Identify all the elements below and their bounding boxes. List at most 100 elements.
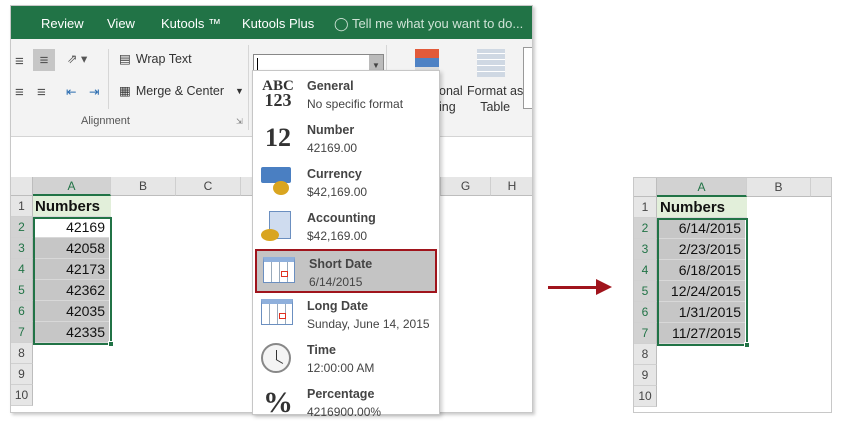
fat-label-1: Format as	[467, 84, 524, 98]
increase-indent-icon[interactable]: ⇥	[89, 84, 99, 99]
fill-handle[interactable]	[744, 342, 750, 348]
calendar-icon	[261, 299, 295, 331]
format-option-title: Time	[307, 343, 336, 357]
tab-kutools[interactable]: Kutools ™	[161, 16, 221, 31]
row-header[interactable]: 10	[11, 385, 33, 406]
selection-border	[33, 217, 112, 345]
column-header-a[interactable]: A	[657, 178, 747, 197]
format-option-long-date[interactable]: Long Date Sunday, June 14, 2015	[255, 293, 437, 337]
row-header[interactable]: 5	[11, 280, 33, 301]
arrow-head-icon	[596, 279, 612, 295]
format-option-accounting[interactable]: Accounting $42,169.00	[255, 205, 437, 249]
wrap-text-label: Wrap Text	[135, 51, 192, 66]
tell-me-search[interactable]: ◯ Tell me what you want to do...	[334, 16, 523, 32]
wrap-text-icon: ▤	[119, 52, 131, 66]
group-label-alignment: Alignment	[81, 115, 130, 127]
cf-label-2: ing	[439, 100, 456, 114]
row-header[interactable]: 4	[634, 260, 657, 281]
row-header[interactable]: 6	[11, 301, 33, 322]
row-header[interactable]: 2	[11, 217, 33, 238]
format-option-sample: 12:00:00 AM	[307, 361, 375, 375]
column-header-c[interactable]: C	[176, 177, 241, 196]
format-option-number[interactable]: 12 Number 42169.00	[255, 117, 437, 161]
merge-center-button[interactable]: ▦ Merge & Center ▼	[119, 83, 244, 99]
format-option-time[interactable]: Time 12:00:00 AM	[255, 337, 437, 381]
row-header[interactable]: 4	[11, 259, 33, 280]
align-top-icon[interactable]: ≡	[15, 53, 24, 70]
selection-border	[657, 218, 748, 346]
abc-123-icon: ABC 123	[262, 78, 294, 110]
format-option-sample: $42,169.00	[307, 185, 368, 199]
format-option-title: Long Date	[307, 299, 369, 313]
select-all-corner[interactable]	[634, 178, 657, 197]
excel-window-after: A B 1 Numbers 2 6/14/2015 3 2/23/2015 4 6/18/20…	[633, 177, 832, 413]
row-header[interactable]: 6	[634, 302, 657, 323]
decrease-indent-icon[interactable]: ⇤	[66, 84, 76, 99]
orientation-icon[interactable]: ⇗ ▾	[67, 51, 87, 66]
format-option-short-date[interactable]: Short Date 6/14/2015	[255, 249, 437, 293]
fat-label-2: Table	[480, 100, 511, 114]
format-as-table-button[interactable]: Format as Table	[467, 84, 523, 114]
tab-kutools-plus[interactable]: Kutools Plus	[242, 16, 314, 31]
arrow-right-icon	[548, 286, 598, 289]
row-header[interactable]: 1	[11, 196, 33, 217]
clock-icon	[261, 343, 295, 375]
dialog-launcher-icon[interactable]: ⇲	[236, 117, 243, 126]
align-middle-icon[interactable]: ≡	[33, 49, 55, 71]
number-format-dropdown: ABC 123 General No specific format 12 Number 4…	[252, 70, 440, 419]
currency-icon	[261, 167, 295, 199]
row-header[interactable]: 10	[634, 386, 657, 407]
column-header-h[interactable]: H	[491, 177, 532, 196]
row-header[interactable]: 7	[634, 323, 657, 344]
tab-view[interactable]: View	[107, 16, 135, 31]
select-all-corner[interactable]	[11, 177, 33, 196]
format-option-title: General	[307, 79, 354, 93]
tab-review[interactable]: Review	[41, 16, 84, 31]
cf-label-1: onal	[439, 84, 463, 98]
format-option-title: Accounting	[307, 211, 376, 225]
tell-me-text: Tell me what you want to do...	[351, 16, 524, 31]
row-header[interactable]: 5	[634, 281, 657, 302]
row-header[interactable]: 8	[634, 344, 657, 365]
header-cell[interactable]: Numbers	[33, 196, 111, 217]
format-option-sample: 42169.00	[307, 141, 358, 155]
cell-styles-icon[interactable]	[523, 47, 532, 109]
chevron-down-icon: ▼	[235, 85, 244, 96]
row-header[interactable]: 9	[634, 365, 657, 386]
row-header[interactable]: 8	[11, 343, 33, 364]
merge-icon: ▦	[119, 84, 131, 98]
align-right-icon[interactable]: ≡	[37, 84, 46, 101]
format-option-sample: No specific format	[307, 97, 404, 111]
format-option-title: Short Date	[309, 257, 373, 271]
format-as-table-icon[interactable]	[477, 49, 505, 77]
align-left-icon[interactable]: ≡	[15, 84, 24, 101]
column-header-g[interactable]: G	[441, 177, 491, 196]
ribbon-tab-bar: Review View Kutools ™ Kutools Plus ◯ Tel…	[11, 6, 532, 39]
row-header[interactable]: 1	[634, 197, 657, 218]
format-option-title: Number	[307, 123, 355, 137]
format-option-sample: 6/14/2015	[309, 275, 363, 289]
column-header-a[interactable]: A	[33, 177, 111, 196]
wrap-text-button[interactable]: ▤ Wrap Text	[119, 51, 192, 67]
format-option-general[interactable]: ABC 123 General No specific format	[255, 73, 437, 117]
accounting-icon	[261, 211, 295, 243]
format-option-sample: 4216900.00%	[307, 405, 382, 419]
row-header[interactable]: 2	[634, 218, 657, 239]
header-cell[interactable]: Numbers	[657, 197, 747, 218]
column-header-b[interactable]: B	[747, 178, 811, 197]
format-option-currency[interactable]: Currency $42,169.00	[255, 161, 437, 205]
column-header-c[interactable]	[811, 178, 831, 197]
conditional-formatting-button[interactable]: onal ing	[439, 84, 463, 114]
format-option-sample: Sunday, June 14, 2015	[307, 317, 430, 331]
column-header-b[interactable]: B	[111, 177, 176, 196]
number-12-icon: 12	[265, 123, 291, 152]
format-option-title: Currency	[307, 167, 362, 181]
row-header[interactable]: 3	[634, 239, 657, 260]
format-option-title: Percentage	[307, 387, 375, 401]
row-header[interactable]: 3	[11, 238, 33, 259]
format-option-percentage[interactable]: % Percentage 4216900.00%	[255, 381, 437, 425]
row-header[interactable]: 7	[11, 322, 33, 343]
row-header[interactable]: 9	[11, 364, 33, 385]
fill-handle[interactable]	[108, 341, 114, 347]
lightbulb-icon: ◯	[334, 16, 349, 31]
